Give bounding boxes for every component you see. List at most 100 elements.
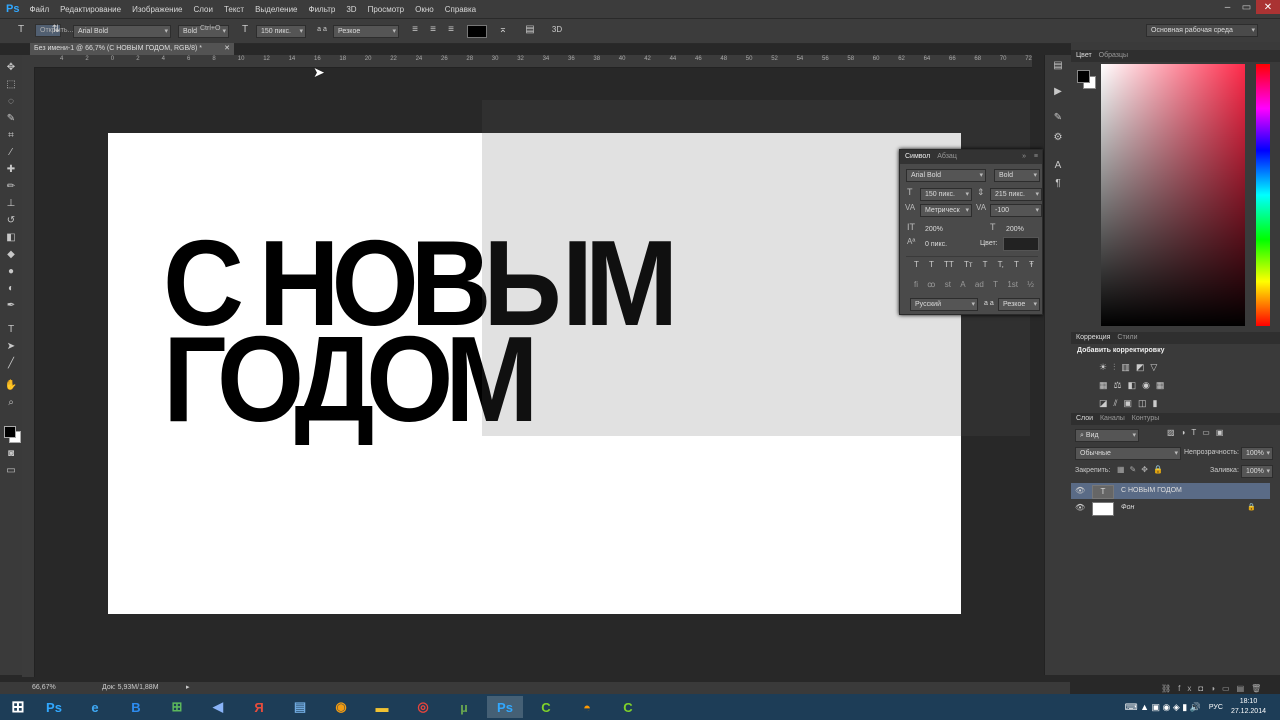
taskbar-utorrent-icon[interactable]: µ: [446, 696, 482, 718]
char-font-family-select[interactable]: Arial Bold: [906, 169, 986, 182]
tab-paragraph[interactable]: Абзац: [937, 153, 957, 160]
taskbar-camtasia2-icon[interactable]: C: [610, 696, 646, 718]
opacity-field[interactable]: 100%: [1241, 447, 1273, 460]
subscript-button[interactable]: T,: [998, 260, 1004, 269]
taskbar-folder-icon[interactable]: ▬: [364, 696, 400, 718]
taskbar-firefox-icon[interactable]: ◉: [323, 696, 359, 718]
font-size-field[interactable]: 150 пикс.: [256, 25, 306, 38]
stylistic-alternates-button[interactable]: A: [960, 280, 965, 289]
foreground-color-swatch[interactable]: [4, 426, 16, 438]
warp-text-icon[interactable]: ⌅: [497, 24, 509, 36]
taskbar-media-icon[interactable]: ◀: [200, 696, 236, 718]
shape-tool-icon[interactable]: ╱: [4, 357, 18, 371]
char-baseline-field[interactable]: 0 пикс.: [920, 238, 958, 251]
tab-swatches[interactable]: Образцы: [1099, 52, 1128, 59]
menu-image[interactable]: Изображение: [132, 5, 182, 14]
tab-color[interactable]: Цвет: [1076, 52, 1092, 59]
type-tool-icon[interactable]: T: [4, 323, 18, 337]
3d-button[interactable]: 3D: [550, 24, 564, 36]
char-kerning-field[interactable]: Метрическ: [920, 204, 972, 217]
ligatures-button[interactable]: fi: [914, 280, 918, 289]
menu-view[interactable]: Просмотр: [368, 5, 405, 14]
small-caps-button[interactable]: Tт: [964, 260, 973, 269]
healing-brush-tool-icon[interactable]: ✚: [4, 163, 18, 177]
history-brush-tool-icon[interactable]: ↺: [4, 214, 18, 228]
taskbar-photoshop-active-icon[interactable]: Ps: [487, 696, 523, 718]
color-picker-field[interactable]: [1101, 64, 1245, 326]
eraser-tool-icon[interactable]: ◧: [4, 231, 18, 245]
strikethrough-button[interactable]: Ŧ: [1029, 260, 1034, 269]
text-color-swatch[interactable]: [467, 25, 487, 38]
faux-italic-button[interactable]: T: [929, 260, 934, 269]
character-panel-icon[interactable]: A: [1051, 159, 1065, 173]
tab-paths[interactable]: Контуры: [1132, 415, 1159, 422]
history-panel-icon[interactable]: ▤: [1051, 59, 1065, 73]
clone-stamp-tool-icon[interactable]: ⊥: [4, 197, 18, 211]
tab-character[interactable]: Символ: [905, 153, 930, 160]
tab-adjustments[interactable]: Коррекция: [1076, 334, 1110, 341]
menu-filter[interactable]: Фильтр: [308, 5, 335, 14]
layer-row-background[interactable]: 👁 Фон 🔒: [1071, 500, 1270, 516]
underline-button[interactable]: T: [1014, 260, 1019, 269]
all-caps-button[interactable]: TT: [944, 260, 954, 269]
workspace-select[interactable]: Основная рабочая среда: [1146, 24, 1258, 37]
faux-bold-button[interactable]: T: [914, 260, 919, 269]
layers-bottom-icons[interactable]: ⛓fx◘◑▭▤🗑: [1161, 684, 1268, 693]
tray-icons[interactable]: ⌨ ▲ ▣ ◉ ◈ ▮ 🔊: [1125, 702, 1201, 713]
keyboard-language[interactable]: РУС: [1209, 704, 1223, 711]
paint-bucket-tool-icon[interactable]: ◆: [4, 248, 18, 262]
quick-select-tool-icon[interactable]: ✎: [4, 112, 18, 126]
layer-filter-icons[interactable]: ▨◑T▭▣: [1167, 428, 1229, 437]
discretionary-ligatures-button[interactable]: ꝏ: [927, 280, 935, 289]
char-vscale-field[interactable]: 200%: [920, 223, 958, 236]
menu-type[interactable]: Текст: [224, 5, 244, 14]
menu-select[interactable]: Выделение: [255, 5, 297, 14]
tab-styles[interactable]: Стили: [1117, 334, 1137, 341]
ordinal-st-button[interactable]: 1st: [1007, 280, 1018, 289]
taskbar-photoshop-icon[interactable]: Ps: [36, 696, 72, 718]
char-hscale-field[interactable]: 200%: [1001, 223, 1039, 236]
dodge-tool-icon[interactable]: ◐: [4, 282, 18, 296]
panel-menu-icon[interactable]: ≡: [1034, 150, 1038, 164]
paragraph-panel-icon[interactable]: ¶: [1051, 177, 1065, 191]
screen-mode-icon[interactable]: ▭: [4, 464, 18, 478]
brush-tool-icon[interactable]: ✏: [4, 180, 18, 194]
layer-filter-select[interactable]: ⌕ Вид: [1075, 429, 1139, 442]
align-right-icon[interactable]: ≡: [445, 24, 457, 36]
zoom-level[interactable]: 66,67%: [32, 682, 56, 694]
titling-alternates-button[interactable]: ad: [975, 280, 984, 289]
toggle-panels-icon[interactable]: ▤: [524, 24, 536, 36]
type-tool-preset-icon[interactable]: T: [14, 24, 28, 36]
taskbar-headset-icon[interactable]: ◓: [569, 696, 605, 718]
document-tab[interactable]: Без имени-1 @ 66,7% (С НОВЫМ ГОДОМ, RGB/…: [30, 43, 234, 55]
path-selection-tool-icon[interactable]: ➤: [4, 340, 18, 354]
zoom-tool-icon[interactable]: ⌕: [4, 396, 18, 410]
antialias-select[interactable]: Резкое: [333, 25, 399, 38]
ordinals-button[interactable]: T: [993, 280, 998, 289]
quick-mask-icon[interactable]: ◙: [4, 447, 18, 461]
close-button[interactable]: ✕: [1256, 0, 1280, 14]
move-tool-icon[interactable]: ✥: [4, 61, 18, 75]
taskbar-store-icon[interactable]: ⊞: [159, 696, 195, 718]
crop-tool-icon[interactable]: ⌗: [4, 129, 18, 143]
lasso-tool-icon[interactable]: ◌: [4, 95, 18, 109]
blend-mode-select[interactable]: Обычные: [1075, 447, 1181, 460]
char-size-field[interactable]: 150 пикс.: [920, 188, 972, 201]
clock[interactable]: 18:10 27.12.2014: [1231, 697, 1266, 717]
color-fg-swatch[interactable]: [1077, 70, 1090, 83]
char-color-swatch[interactable]: [1003, 237, 1039, 251]
text-orientation-icon[interactable]: ⇅: [50, 24, 62, 36]
tool-presets-icon[interactable]: ⚙: [1051, 131, 1065, 145]
align-center-icon[interactable]: ≡: [427, 24, 439, 36]
menu-edit[interactable]: Редактирование: [60, 5, 121, 14]
visibility-eye-icon[interactable]: 👁: [1075, 483, 1085, 499]
taskbar-yandex-icon[interactable]: Я: [241, 696, 277, 718]
fractions-button[interactable]: ½: [1027, 280, 1034, 289]
actions-panel-icon[interactable]: ▶: [1051, 85, 1065, 99]
eyedropper-tool-icon[interactable]: ⁄: [4, 146, 18, 160]
tab-channels[interactable]: Каналы: [1100, 415, 1125, 422]
taskbar-chrome-icon[interactable]: ◎: [405, 696, 441, 718]
taskbar-camtasia-icon[interactable]: C: [528, 696, 564, 718]
collapse-panel-icon[interactable]: »: [1022, 150, 1026, 164]
menu-help[interactable]: Справка: [445, 5, 476, 14]
